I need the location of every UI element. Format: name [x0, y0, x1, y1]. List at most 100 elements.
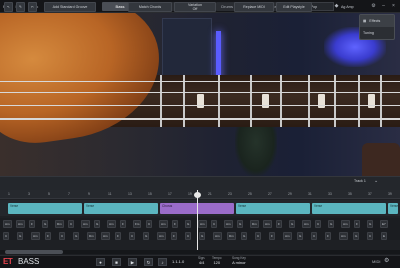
- tempo-display[interactable]: Tempo 120: [212, 256, 222, 265]
- chord-chip[interactable]: Am: [198, 220, 207, 228]
- effects-item[interactable]: ▦ Effects: [360, 15, 394, 27]
- chord-chip[interactable]: F: [29, 220, 35, 228]
- amp-selector[interactable]: Ag Amp: [338, 2, 368, 11]
- chord-chip[interactable]: F: [120, 220, 126, 228]
- ruler-tick: 35: [348, 192, 352, 196]
- chord-chip[interactable]: C: [315, 220, 322, 228]
- variation-selector[interactable]: Variation Off: [174, 2, 216, 12]
- bass-string-d[interactable]: [0, 92, 400, 93]
- scrollbar-thumb[interactable]: [5, 250, 63, 254]
- chord-chip[interactable]: Dm: [87, 232, 96, 240]
- chord-chip[interactable]: G: [367, 220, 374, 228]
- chord-chip[interactable]: G: [237, 220, 244, 228]
- chord-chip[interactable]: G: [185, 220, 192, 228]
- chord-chip[interactable]: G: [199, 232, 206, 240]
- ruler-tick: 11: [108, 192, 112, 196]
- chevron-down-icon[interactable]: ⌄: [374, 178, 378, 184]
- chord-chip[interactable]: Am: [157, 232, 166, 240]
- chord-chip[interactable]: F: [354, 220, 360, 228]
- chord-chip[interactable]: G: [17, 232, 24, 240]
- section-clip[interactable]: Verse: [236, 203, 310, 214]
- chord-chip[interactable]: F: [269, 232, 275, 240]
- chord-chip[interactable]: C: [3, 232, 10, 240]
- ruler-tick: 1: [8, 192, 10, 196]
- chord-chip[interactable]: Am: [263, 220, 272, 228]
- bass-string-g[interactable]: [0, 81, 400, 82]
- chord-chip[interactable]: F: [172, 220, 178, 228]
- bass-string-a[interactable]: [0, 105, 400, 106]
- section-clip[interactable]: Verse: [8, 203, 82, 214]
- chord-chip[interactable]: Fm: [133, 220, 142, 228]
- chord-chip[interactable]: Am: [339, 232, 348, 240]
- chord-chip[interactable]: C: [255, 232, 262, 240]
- chord-chip[interactable]: Am: [224, 220, 233, 228]
- chord-chip[interactable]: F: [115, 232, 121, 240]
- chord-chip[interactable]: C: [211, 220, 218, 228]
- chord-chip[interactable]: Am: [31, 232, 40, 240]
- midi-settings-icon[interactable]: ⚙: [384, 257, 389, 264]
- signature-display[interactable]: Sign. 4/4: [198, 256, 205, 265]
- record-icon[interactable]: ●: [96, 258, 105, 266]
- chord-chip[interactable]: Am: [213, 232, 222, 240]
- chord-chip[interactable]: Am: [341, 220, 350, 228]
- chord-chip[interactable]: G: [94, 220, 101, 228]
- chord-chip[interactable]: F: [276, 220, 282, 228]
- chord-chip[interactable]: F: [171, 232, 177, 240]
- chord-chip[interactable]: C: [129, 232, 136, 240]
- chord-chip[interactable]: G: [143, 232, 150, 240]
- chord-chip[interactable]: Am: [159, 220, 168, 228]
- close-icon[interactable]: ×: [390, 3, 397, 10]
- chord-chip[interactable]: G: [42, 220, 49, 228]
- play-icon[interactable]: ▶: [128, 258, 137, 266]
- chord-chip[interactable]: F: [325, 232, 331, 240]
- pencil-tool-icon[interactable]: ✎: [16, 2, 25, 12]
- minimize-icon[interactable]: –: [380, 3, 387, 10]
- ruler-tick: 3: [28, 192, 30, 196]
- chord-chip[interactable]: Am: [16, 220, 25, 228]
- bass-scene: [0, 13, 400, 176]
- chord-chip[interactable]: G: [289, 220, 296, 228]
- song-key-display[interactable]: Song Key A minor: [232, 256, 246, 265]
- stop-icon[interactable]: ■: [112, 258, 121, 266]
- playhead[interactable]: [197, 190, 198, 254]
- section-clip[interactable]: Verse: [388, 203, 398, 214]
- loop-icon[interactable]: ↻: [144, 258, 153, 266]
- chord-chip[interactable]: Am: [302, 220, 311, 228]
- scissors-tool-icon[interactable]: ✂: [28, 2, 37, 12]
- chord-chip[interactable]: Am: [3, 220, 12, 228]
- tuning-item[interactable]: Tuning: [360, 27, 394, 39]
- chord-chip[interactable]: C: [68, 220, 75, 228]
- chord-chip[interactable]: E: [381, 232, 388, 240]
- playhead-handle[interactable]: [194, 192, 201, 198]
- metronome-icon[interactable]: ♪: [158, 258, 167, 266]
- chord-chip[interactable]: C: [185, 232, 192, 240]
- chord-chip[interactable]: Dm: [55, 220, 64, 228]
- add-groove-button[interactable]: Add Standard Groove: [44, 2, 96, 12]
- track-label[interactable]: Track 1: [354, 179, 366, 183]
- chord-chip[interactable]: C: [146, 220, 153, 228]
- match-chords-button[interactable]: Match Chords: [128, 2, 172, 12]
- chord-chip[interactable]: Dm: [227, 232, 236, 240]
- chord-chip[interactable]: Am: [81, 220, 90, 228]
- chord-chip[interactable]: Am: [107, 220, 116, 228]
- chord-chip[interactable]: G: [353, 232, 360, 240]
- chord-chip[interactable]: Am: [101, 232, 110, 240]
- section-clip[interactable]: Verse: [84, 203, 158, 214]
- chord-chip[interactable]: Dm: [250, 220, 259, 228]
- pointer-tool-icon[interactable]: ↖: [4, 2, 13, 12]
- chord-chip[interactable]: C: [59, 232, 66, 240]
- chord-chip[interactable]: C: [311, 232, 318, 240]
- chord-chip[interactable]: G: [297, 232, 304, 240]
- chord-chip[interactable]: F: [45, 232, 51, 240]
- chord-chip[interactable]: C: [367, 232, 374, 240]
- chord-chip[interactable]: G: [73, 232, 80, 240]
- chord-chip[interactable]: G: [241, 232, 248, 240]
- section-clip[interactable]: Verse: [312, 203, 386, 214]
- bass-string-e[interactable]: [0, 118, 400, 120]
- chord-chip[interactable]: E7: [380, 220, 388, 228]
- chord-chip[interactable]: Am: [283, 232, 292, 240]
- chord-chip[interactable]: G: [328, 220, 335, 228]
- settings-gear-icon[interactable]: ⚙: [370, 3, 377, 10]
- edit-playstyle-button[interactable]: Edit Playstyle: [276, 2, 312, 12]
- replace-midi-button[interactable]: Replace MIDI: [234, 2, 274, 12]
